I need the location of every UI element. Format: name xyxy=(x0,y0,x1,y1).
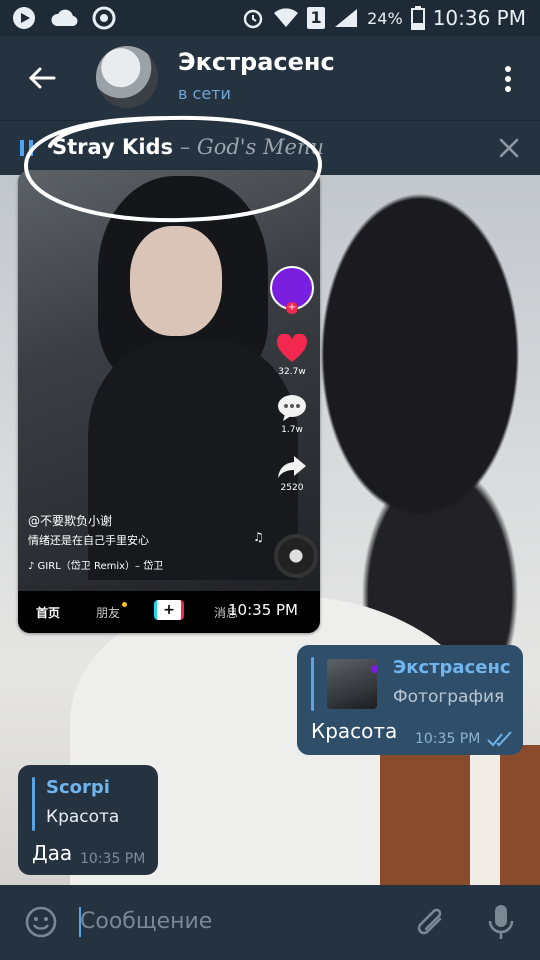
wifi-icon xyxy=(274,8,299,27)
photo-face xyxy=(130,226,222,336)
tiktok-add-button: + xyxy=(154,600,184,620)
attach-icon[interactable] xyxy=(414,905,448,941)
wallpaper-bag-stripe xyxy=(470,745,500,885)
tiktok-comment: 1.7w xyxy=(268,394,316,435)
play-icon xyxy=(13,7,35,29)
alarm-icon xyxy=(243,9,263,29)
avatar[interactable] xyxy=(96,46,158,108)
online-status: в сети xyxy=(178,84,231,103)
cloud-icon xyxy=(51,9,78,27)
reply-thumbnail xyxy=(327,659,377,709)
reply-name: Экстрасенс xyxy=(393,657,511,678)
wallpaper-bag xyxy=(380,745,540,885)
tiktok-comment-count: 1.7w xyxy=(281,425,303,435)
photo-message[interactable]: + 32.7w 1.7w 2520 @不要欺负小谢 情绪还是在自己手里安心 ♪ … xyxy=(18,170,320,633)
signal-icon xyxy=(335,9,358,27)
tiktok-nav-friends: 朋友 xyxy=(96,606,121,620)
message-time: 10:35 PM xyxy=(415,731,481,747)
close-icon[interactable] xyxy=(498,137,520,159)
chat-title[interactable]: Экстрасенс xyxy=(178,48,335,76)
tiktok-share: 2520 xyxy=(268,454,316,493)
sim-badge: 1 xyxy=(307,7,326,29)
microphone-icon[interactable] xyxy=(486,903,516,941)
status-bar: 1 24% 10:36 PM xyxy=(0,0,540,36)
scribble-circle xyxy=(23,115,323,223)
more-menu-icon[interactable] xyxy=(504,66,512,92)
tiktok-like-count: 32.7w xyxy=(278,367,306,377)
tiktok-disc-icon xyxy=(274,534,318,578)
tiktok-share-count: 2520 xyxy=(280,483,304,493)
emoji-icon[interactable] xyxy=(24,905,58,939)
share-arrow-icon xyxy=(278,456,306,478)
message-composer xyxy=(0,885,540,960)
battery-percent: 24% xyxy=(367,8,403,28)
message-incoming[interactable]: Scorpi Красота Даа 10:35 PM xyxy=(18,765,158,875)
tiktok-notification-dot xyxy=(122,602,127,607)
message-time: 10:35 PM xyxy=(80,851,146,867)
comment-icon xyxy=(278,395,306,421)
tiktok-like: 32.7w xyxy=(268,333,316,377)
tiktok-caption: 情绪还是在自己手里安心 xyxy=(28,534,149,547)
message-text: Красота xyxy=(311,719,398,743)
tiktok-follow-icon: + xyxy=(286,302,298,314)
reply-text: Фотография xyxy=(393,687,505,707)
reply-bar xyxy=(311,657,314,711)
double-check-icon xyxy=(487,731,512,747)
tiktok-username: @不要欺负小谢 xyxy=(28,514,113,528)
music-note-icon: ♫ xyxy=(253,530,264,544)
reply-name: Scorpi xyxy=(46,777,110,798)
heart-icon xyxy=(276,333,308,362)
message-text: Даа xyxy=(32,841,73,865)
message-outgoing[interactable]: Экстрасенс Фотография Красота 10:35 PM xyxy=(297,645,523,755)
tiktok-music: ♪ GIRL（岱卫 Remix）– 岱卫 xyxy=(28,561,164,572)
battery-icon xyxy=(410,6,425,30)
reply-bar xyxy=(32,777,35,831)
back-arrow-icon[interactable] xyxy=(24,60,60,96)
tiktok-nav-home: 首页 xyxy=(36,606,61,620)
reply-text: Красота xyxy=(46,807,120,827)
chrome-icon xyxy=(92,6,116,30)
message-input[interactable] xyxy=(80,901,380,941)
photo-timestamp: 10:35 PM xyxy=(228,601,298,619)
clock: 10:36 PM xyxy=(432,6,526,30)
